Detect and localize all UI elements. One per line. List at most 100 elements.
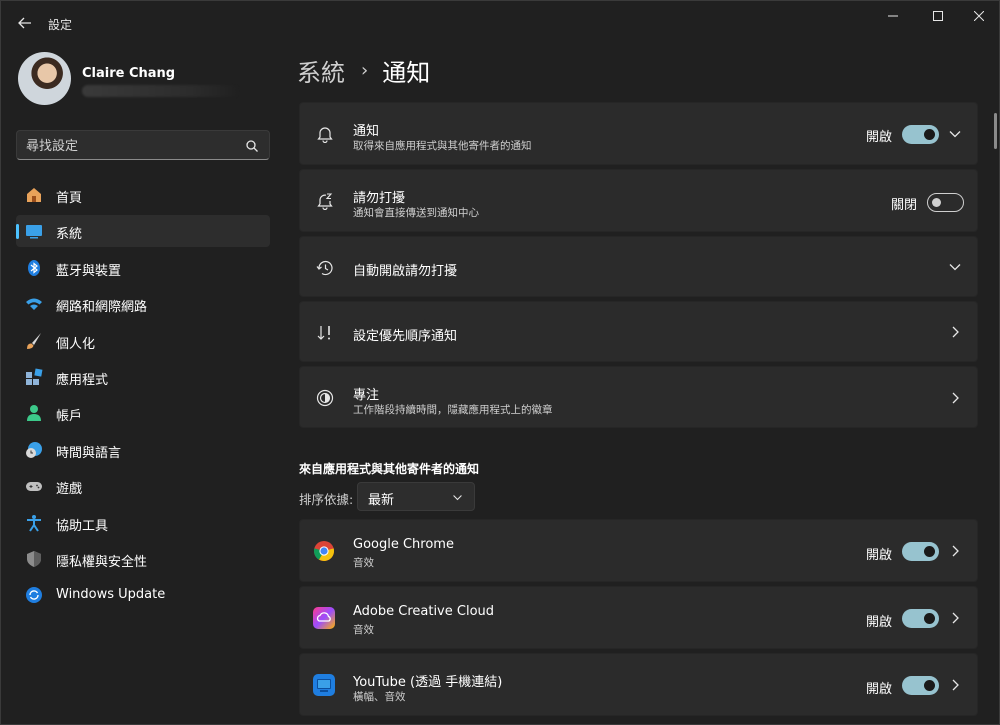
phone-link-icon [313, 674, 335, 696]
toggle-state-label: 開啟 [866, 615, 893, 630]
system-monitor-icon [25, 222, 43, 240]
priority-notifications-card[interactable]: 設定優先順序通知 [299, 301, 978, 362]
toggle-state-label: 開啟 [866, 130, 893, 145]
section-title: 來自應用程式與其他寄件者的通知 [299, 462, 480, 476]
sidebar-item-time-language[interactable]: 時間與語言 [16, 434, 270, 466]
chrome-icon [313, 540, 335, 562]
close-icon [974, 11, 984, 21]
app-toggle[interactable] [902, 676, 939, 695]
minimize-button[interactable] [871, 5, 915, 27]
toggle-state-label: 開啟 [866, 682, 893, 697]
creative-cloud-icon [313, 607, 335, 629]
notifications-setting-card[interactable]: 通知 取得來自應用程式與其他寄件者的通知 開啟 [299, 102, 978, 165]
maximize-button[interactable] [916, 5, 960, 27]
app-name: Google Chrome [353, 537, 454, 552]
paintbrush-icon [25, 332, 43, 350]
back-arrow-icon [18, 17, 31, 29]
app-subtitle: 橫幅、音效 [353, 691, 406, 703]
app-toggle[interactable] [902, 542, 939, 561]
sidebar-item-home[interactable]: 首頁 [16, 179, 270, 211]
sidebar-item-label: 遊戲 [56, 482, 83, 498]
shield-icon [25, 550, 43, 568]
sidebar-item-label: 網路和網際網路 [56, 300, 148, 316]
auto-dnd-card[interactable]: 自動開啟請勿打擾 [299, 236, 978, 297]
user-name: Claire Chang [82, 66, 176, 81]
sidebar-item-label: 首頁 [56, 191, 83, 206]
maximize-icon [933, 11, 943, 21]
close-button[interactable] [957, 5, 1000, 27]
chevron-down-icon[interactable] [948, 260, 962, 274]
app-name: YouTube (透過 手機連結) [353, 675, 503, 690]
sort-value: 最新 [368, 493, 395, 508]
focus-timer-icon [315, 388, 335, 408]
avatar[interactable] [18, 52, 71, 105]
breadcrumb: 系統 › 通知 [297, 53, 430, 88]
sidebar-item-label: Windows Update [56, 587, 166, 603]
globe-clock-icon [25, 441, 43, 459]
card-title: 設定優先順序通知 [353, 329, 458, 344]
bluetooth-icon [25, 259, 43, 277]
app-notification-card[interactable]: Google Chrome 音效 開啟 [299, 519, 978, 582]
breadcrumb-separator: › [361, 60, 369, 81]
apps-icon [25, 368, 43, 386]
sidebar-item-label: 藍牙與裝置 [56, 263, 122, 279]
sidebar-item-system[interactable]: 系統 [16, 215, 270, 248]
back-button[interactable] [13, 11, 37, 35]
settings-window: 設定 Claire Chang 首頁 系統 [0, 0, 1000, 725]
card-title: 通知 [353, 124, 380, 139]
app-subtitle: 音效 [353, 624, 374, 636]
app-subtitle: 音效 [353, 557, 374, 569]
window-title: 設定 [48, 18, 73, 32]
sidebar-item-accounts[interactable]: 帳戶 [16, 397, 270, 429]
sidebar-item-label: 個人化 [56, 336, 96, 352]
chevron-right-icon[interactable] [948, 611, 962, 625]
chevron-down-icon[interactable] [948, 127, 962, 141]
sidebar-item-label: 帳戶 [56, 409, 83, 425]
user-email-redacted [82, 85, 238, 97]
sidebar-item-accessibility[interactable]: 協助工具 [16, 507, 270, 539]
sidebar-item-gaming[interactable]: 遊戲 [16, 470, 270, 502]
sort-label: 排序依據: [299, 492, 354, 507]
search-box[interactable] [16, 130, 270, 160]
chevron-down-icon [453, 495, 462, 501]
sidebar-item-privacy[interactable]: 隱私權與安全性 [16, 543, 270, 575]
sidebar-item-apps[interactable]: 應用程式 [16, 361, 270, 393]
scrollbar-thumb[interactable] [994, 113, 997, 149]
card-title: 請勿打擾 [353, 191, 406, 206]
app-notification-card[interactable]: Adobe Creative Cloud 音效 開啟 [299, 586, 978, 649]
toggle-state-label: 開啟 [866, 548, 893, 563]
app-notification-card[interactable]: YouTube (透過 手機連結) 橫幅、音效 開啟 [299, 653, 978, 716]
chevron-right-icon[interactable] [948, 678, 962, 692]
page-title: 通知 [382, 59, 431, 87]
sidebar-item-windows-update[interactable]: Windows Update [16, 579, 270, 611]
search-input[interactable] [26, 137, 236, 155]
toggle-state-label: 關閉 [891, 198, 918, 213]
bell-icon [315, 124, 335, 144]
chevron-right-icon[interactable] [948, 391, 962, 405]
notifications-toggle[interactable] [902, 125, 939, 144]
breadcrumb-parent[interactable]: 系統 [297, 53, 345, 88]
title-bar: 設定 [1, 1, 1000, 45]
search-icon[interactable] [245, 139, 259, 153]
sidebar-item-label: 時間與語言 [56, 445, 122, 461]
card-subtitle: 取得來自應用程式與其他寄件者的通知 [353, 140, 532, 152]
sort-dropdown[interactable]: 最新 [357, 482, 475, 511]
do-not-disturb-toggle[interactable] [927, 193, 964, 212]
sidebar-item-label: 系統 [56, 227, 83, 243]
sidebar-item-label: 隱私權與安全性 [56, 554, 148, 570]
gamepad-icon [25, 477, 43, 495]
chevron-right-icon[interactable] [948, 325, 962, 339]
bell-snooze-icon [315, 191, 335, 211]
sidebar-item-bluetooth[interactable]: 藍牙與裝置 [16, 252, 270, 284]
do-not-disturb-card[interactable]: 請勿打擾 通知會直接傳送到通知中心 關閉 [299, 169, 978, 232]
sidebar-nav: 首頁 系統 藍牙與裝置 網路和網際網路 個人化 應用程式 帳戶 時間與語言 遊戲… [16, 179, 270, 616]
card-title: 自動開啟請勿打擾 [353, 264, 458, 279]
chevron-right-icon[interactable] [948, 544, 962, 558]
sidebar-item-personalization[interactable]: 個人化 [16, 325, 270, 357]
sidebar-item-network[interactable]: 網路和網際網路 [16, 288, 270, 320]
card-title: 專注 [353, 388, 380, 403]
home-icon [25, 186, 43, 204]
app-toggle[interactable] [902, 609, 939, 628]
focus-card[interactable]: 專注 工作階段持續時間，隱藏應用程式上的徽章 [299, 366, 978, 428]
windows-update-icon [25, 586, 43, 604]
